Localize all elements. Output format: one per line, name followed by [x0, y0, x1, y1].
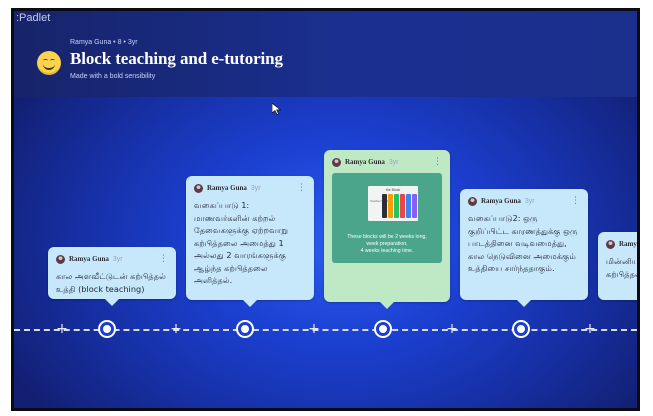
- post-card[interactable]: Ramya G மின்னியல் தனிக்கவ கற்பித்தல்: [598, 232, 640, 300]
- page-title: Block teaching and e-tutoring: [70, 49, 283, 68]
- add-post-plus-icon[interactable]: +: [445, 322, 459, 336]
- add-post-plus-icon[interactable]: +: [583, 322, 597, 336]
- mouse-cursor-icon: [272, 103, 281, 115]
- post-author: Ramya Guna: [345, 158, 385, 166]
- attachment-bar: [400, 194, 405, 218]
- avatar: [332, 157, 341, 167]
- board-header: :Padlet Ramya Guna • 8 • 3yr Block teach…: [14, 11, 637, 97]
- post-attachment[interactable]: the Block Teacher Gold These blocks will…: [332, 173, 442, 263]
- post-card[interactable]: Ramya Guna 3yr ⋮ வகைப்பாடு 1: மாணவர்களின…: [186, 176, 314, 307]
- timeline-dot[interactable]: [100, 322, 114, 336]
- post-card[interactable]: Ramya Guna 3yr ⋮ வகைப்பாடு2: ஒரு குறிப்ப…: [460, 189, 588, 307]
- avatar: [194, 183, 203, 193]
- avatar: [56, 254, 65, 264]
- attachment-caption: These blocks will be 2 weeks long, week …: [347, 234, 427, 254]
- board-emoji-icon: [37, 51, 61, 75]
- board-subtitle: Made with a bold sensibility: [70, 73, 156, 80]
- post-body: மின்னியல் தனிக்கவ கற்பித்தல்: [606, 256, 640, 279]
- attachment-bar: [382, 194, 387, 218]
- board-meta: Ramya Guna • 8 • 3yr: [70, 39, 138, 46]
- post-time: 3yr: [388, 158, 399, 166]
- post-author: Ramya Guna: [207, 184, 247, 192]
- timeline-dot[interactable]: [514, 322, 528, 336]
- avatar: [606, 239, 615, 249]
- attachment-bar: [388, 194, 393, 218]
- post-card[interactable]: Ramya Guna 3yr ⋮ the Block Teacher Gold …: [324, 150, 450, 309]
- add-post-plus-icon[interactable]: +: [169, 322, 183, 336]
- timeline-dot[interactable]: [376, 322, 390, 336]
- post-author: Ramya Guna: [481, 197, 521, 205]
- attachment-thumbnail: the Block Teacher Gold: [368, 186, 418, 221]
- add-post-plus-icon[interactable]: +: [307, 322, 321, 336]
- attachment-bar: [412, 194, 417, 218]
- add-post-plus-icon[interactable]: +: [55, 322, 69, 336]
- timeline-dot[interactable]: [238, 322, 252, 336]
- post-body: கால அளவீட்டுடன் கற்பித்தல் உத்தி (block …: [56, 271, 166, 294]
- more-options-icon[interactable]: ⋮: [571, 196, 580, 206]
- post-author: Ramya G: [619, 240, 640, 248]
- more-options-icon[interactable]: ⋮: [433, 157, 442, 167]
- avatar: [468, 196, 477, 206]
- post-time: 3yr: [250, 184, 261, 192]
- post-time: 3yr: [524, 197, 535, 205]
- post-body: வகைப்பாடு 1: மாணவர்களின் கற்றல் தேவைகளுக…: [194, 200, 289, 285]
- post-time: 3yr: [112, 255, 123, 263]
- post-author: Ramya Guna: [69, 255, 109, 263]
- post-card[interactable]: Ramya Guna 3yr ⋮ கால அளவீட்டுடன் கற்பித்…: [48, 247, 176, 306]
- padlet-board: :Padlet Ramya Guna • 8 • 3yr Block teach…: [11, 8, 640, 411]
- padlet-logo[interactable]: :Padlet: [16, 12, 50, 24]
- more-options-icon[interactable]: ⋮: [159, 254, 168, 264]
- attachment-bar: [406, 194, 411, 218]
- post-body: வகைப்பாடு2: ஒரு குறிப்பிட்ட காரணத்துக்கு…: [468, 213, 578, 273]
- attachment-bar: [394, 194, 399, 218]
- more-options-icon[interactable]: ⋮: [297, 183, 306, 193]
